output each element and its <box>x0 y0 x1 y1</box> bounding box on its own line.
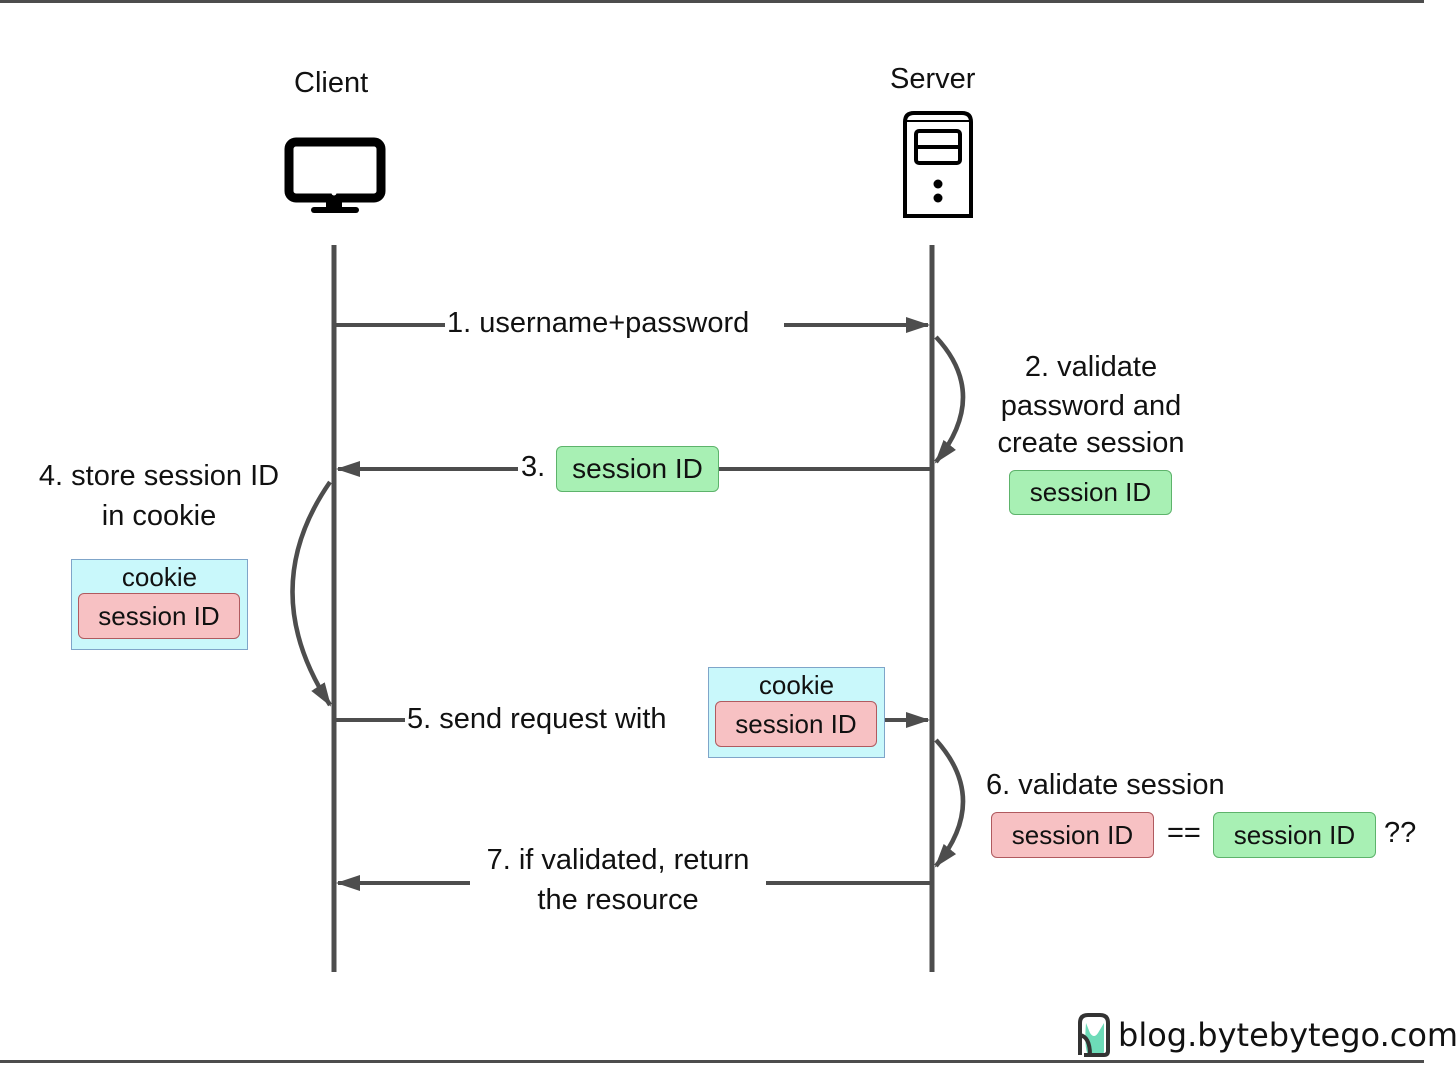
step2-line3: create session <box>997 427 1185 459</box>
step2-label: 2. validate password and create session <box>980 350 1202 460</box>
step2-line1: 2. validate <box>1024 351 1158 383</box>
server-session-id-token: session ID <box>1009 470 1172 515</box>
step3-session-id-token: session ID <box>556 446 719 492</box>
compare-client-session-id: session ID <box>991 812 1154 858</box>
question-marks: ?? <box>1384 817 1417 849</box>
step2-curve <box>934 335 966 464</box>
step2-line2: password and <box>1000 390 1182 422</box>
request-cookie-box: cookie session ID <box>708 667 885 758</box>
bytebytego-logo-icon <box>1078 1013 1110 1057</box>
step4-line2: in cookie <box>101 500 217 532</box>
brand-url: blog.bytebytego.com <box>1118 1016 1456 1054</box>
compare-server-session-id: session ID <box>1213 812 1376 858</box>
step7-line2: the resource <box>537 884 699 916</box>
client-session-id-token: session ID <box>78 593 240 639</box>
step1-label: 1. username+password <box>447 307 750 339</box>
cookie-title: cookie <box>758 670 835 700</box>
step7-line1: 7. if validated, return <box>486 844 750 876</box>
server-tower-icon <box>903 111 973 218</box>
step6-curve <box>934 738 966 868</box>
step3-label: 3. <box>521 451 546 483</box>
step4-line1: 4. store session ID <box>38 460 280 492</box>
step6-label: 6. validate session <box>986 769 1225 801</box>
equals-operator: == <box>1167 817 1201 849</box>
step7-label: 7. if validated, return the resource <box>466 843 770 917</box>
step4-label: 4. store session ID in cookie <box>14 459 304 533</box>
step5-label: 5. send request with <box>407 703 667 735</box>
monitor-icon <box>284 137 386 213</box>
request-session-id-token: session ID <box>715 701 877 747</box>
cookie-title: cookie <box>121 562 198 592</box>
client-cookie-box: cookie session ID <box>71 559 248 650</box>
